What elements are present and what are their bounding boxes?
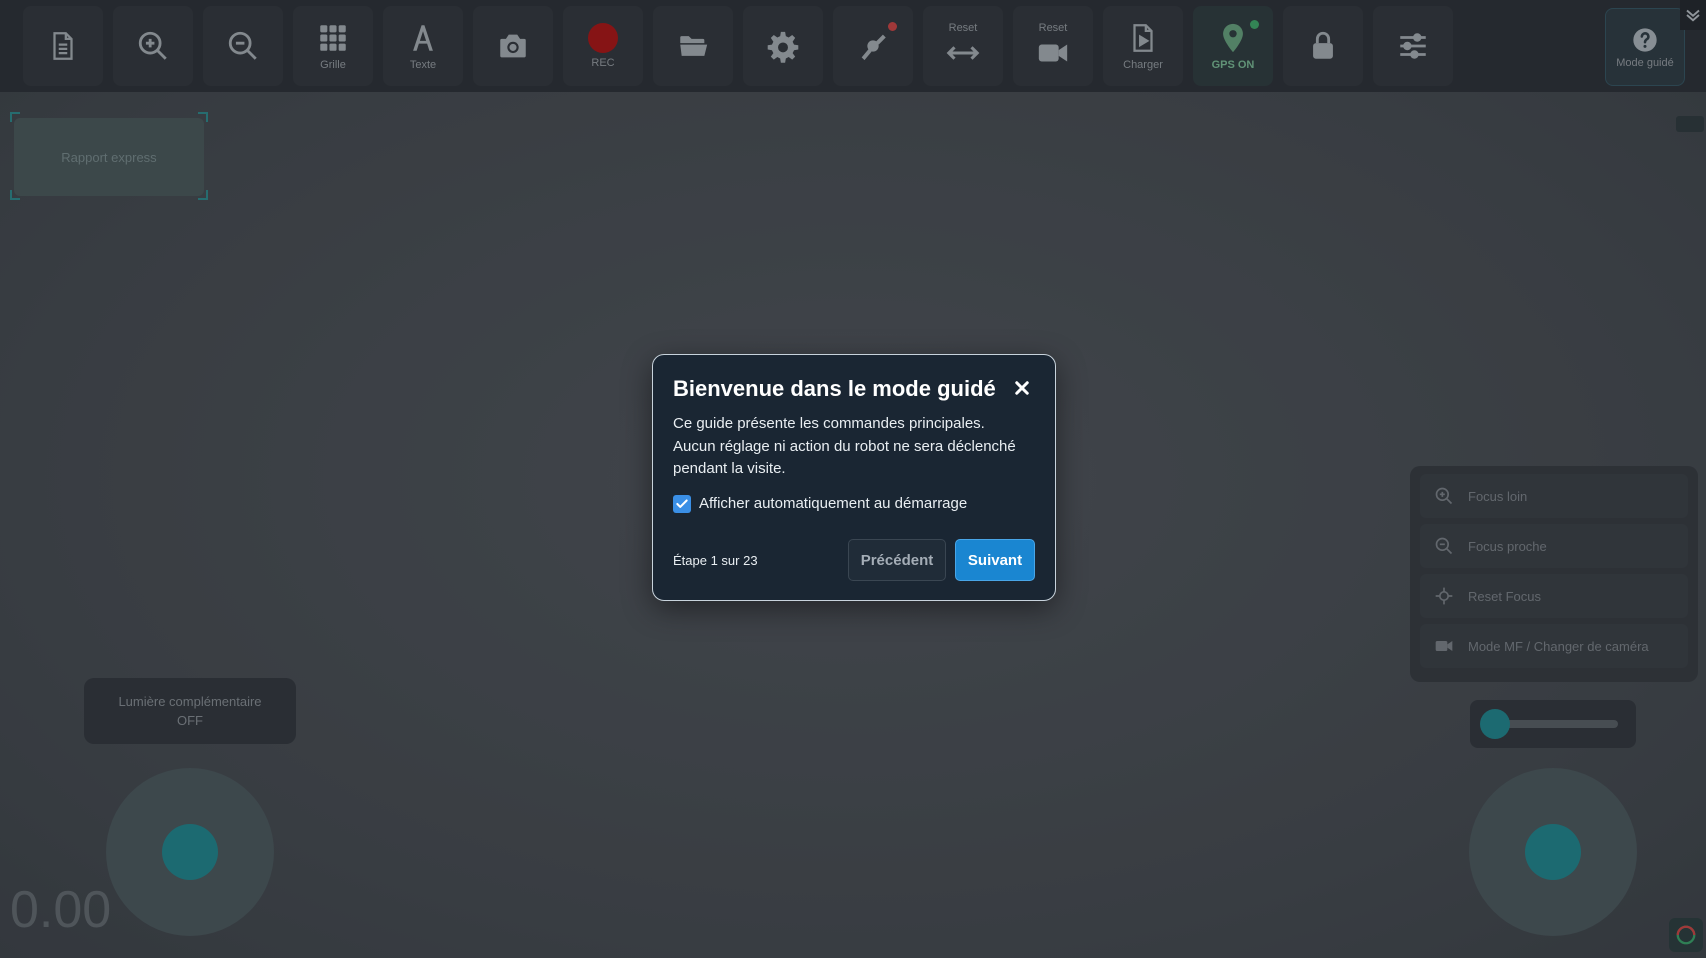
dialog-body-line1: Ce guide présente les commandes principa… xyxy=(673,415,985,432)
autostart-checkbox-row[interactable]: Afficher automatiquement au démarrage xyxy=(673,494,1035,513)
dialog-footer: Étape 1 sur 23 Précédent Suivant xyxy=(673,539,1035,581)
dialog-title: Bienvenue dans le mode guidé xyxy=(673,376,996,401)
close-button[interactable] xyxy=(1011,377,1033,399)
checkmark-icon xyxy=(676,498,688,508)
previous-button[interactable]: Précédent xyxy=(848,539,946,581)
autostart-checkbox-label: Afficher automatiquement au démarrage xyxy=(699,495,968,512)
next-button[interactable]: Suivant xyxy=(955,539,1035,581)
guided-mode-dialog: Bienvenue dans le mode guidé Ce guide pr… xyxy=(652,354,1056,601)
autostart-checkbox[interactable] xyxy=(673,494,691,513)
dialog-body-line2: Aucun réglage ni action du robot ne sera… xyxy=(673,437,1016,478)
step-indicator: Étape 1 sur 23 xyxy=(673,552,758,568)
dialog-body: Ce guide présente les commandes principa… xyxy=(673,413,1035,481)
close-icon xyxy=(1015,381,1029,395)
